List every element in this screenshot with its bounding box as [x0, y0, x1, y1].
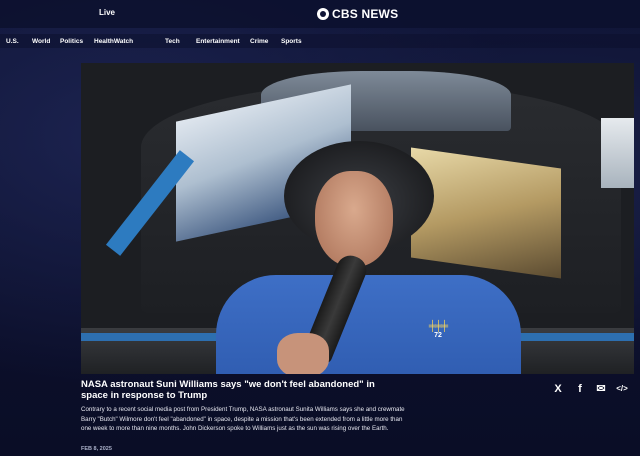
- logo-text: CBS NEWS: [332, 7, 399, 21]
- section-nav: U.S. World Politics HealthWatch Tech Ent…: [0, 34, 640, 48]
- nav-item-healthwatch[interactable]: HealthWatch: [94, 38, 133, 45]
- nav-item-tech[interactable]: Tech: [165, 38, 180, 45]
- patch-emblem-icon: ╪╪╪: [428, 321, 448, 332]
- astronaut-face: [315, 171, 393, 267]
- patch-number: 72: [434, 332, 442, 339]
- article-date: FEB 8, 2025: [81, 446, 112, 452]
- astronaut-shirt: [216, 275, 521, 374]
- live-link[interactable]: Live: [99, 8, 115, 17]
- share-facebook-icon[interactable]: f: [573, 382, 587, 396]
- nav-item-entertainment[interactable]: Entertainment: [196, 38, 240, 45]
- side-window: [601, 118, 634, 188]
- nav-item-politics[interactable]: Politics: [60, 38, 83, 45]
- article-summary: Contrary to a recent social media post f…: [81, 406, 405, 432]
- video-player[interactable]: ╪╪╪ 72: [81, 63, 634, 374]
- embed-code-icon[interactable]: </>: [612, 382, 632, 396]
- nav-item-sports[interactable]: Sports: [281, 38, 302, 45]
- nav-item-world[interactable]: World: [32, 38, 50, 45]
- nav-item-crime[interactable]: Crime: [250, 38, 268, 45]
- astronaut-hand: [277, 333, 329, 374]
- share-x-icon[interactable]: X: [551, 382, 565, 396]
- cbs-eye-icon: [317, 8, 329, 20]
- cbs-news-logo[interactable]: CBS NEWS: [317, 6, 398, 22]
- article-headline[interactable]: NASA astronaut Suni Williams says "we do…: [81, 379, 381, 401]
- station-window: [411, 147, 561, 279]
- top-bar: Live CBS NEWS: [0, 0, 640, 28]
- nav-item-us[interactable]: U.S.: [6, 38, 19, 45]
- share-email-icon[interactable]: ✉: [594, 382, 608, 396]
- expedition-patch: ╪╪╪ 72: [418, 321, 458, 357]
